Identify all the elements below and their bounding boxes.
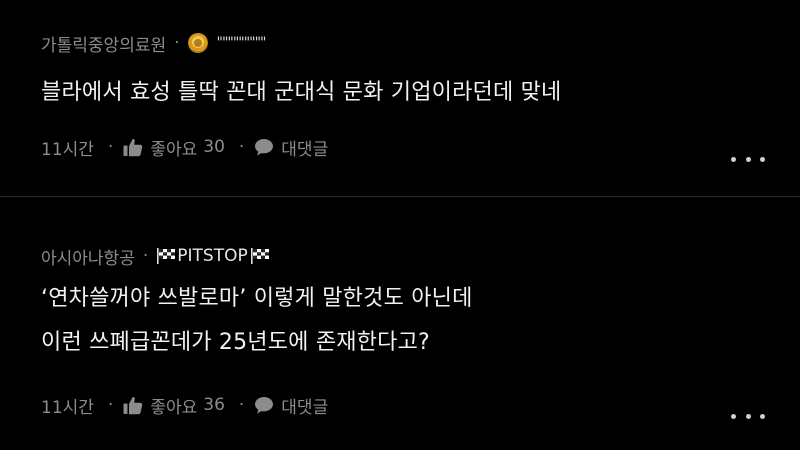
- author-company[interactable]: 가톨릭중앙의료원: [41, 31, 166, 56]
- like-label: 좋아요: [150, 397, 198, 418]
- author-nickname[interactable]: PITSTOP: [177, 246, 247, 266]
- reply-button[interactable]: 대댓글: [254, 393, 328, 418]
- reply-label: 대댓글: [281, 139, 329, 160]
- comment-body: ‘연차쓸꺼야 쓰발로마’ 이렇게 말한것도 아닌데 이런 쓰폐급꼰데가 25년도…: [41, 277, 473, 365]
- dot-icon: [760, 413, 765, 419]
- separator-dot: ·: [238, 395, 245, 415]
- comment-body: 블라에서 효성 틀딱 꼰대 군대식 문화 기업이라던데 맞네: [41, 71, 561, 115]
- checkered-flag-icon: [250, 248, 269, 264]
- author-nickname[interactable]: """"""""": [217, 35, 267, 51]
- dot-icon: [745, 156, 751, 162]
- comment-text-line: 블라에서 효성 틀딱 꼰대 군대식 문화 기업이라던데 맞네: [41, 80, 562, 105]
- reply-label: 대댓글: [281, 397, 329, 418]
- thumbs-up-icon: [123, 396, 143, 414]
- comment-item: 가톨릭중앙의료원 · """"""""" 블라에서 효성 틀딱 꼰대 군대식 문…: [0, 0, 800, 196]
- comment-text-line: 이런 쓰폐급꼰데가 25년도에 존재한다고?: [41, 330, 430, 355]
- more-options-button[interactable]: [731, 149, 765, 169]
- separator-dot: ·: [107, 137, 114, 157]
- like-count: 30: [203, 137, 225, 157]
- comment-actions: 11시간 · 좋아요 30 · 대댓글: [41, 135, 328, 160]
- dot-icon: [760, 156, 765, 162]
- comment-author-line: 가톨릭중앙의료원 · """"""""": [41, 31, 267, 56]
- separator-dot: ·: [142, 246, 149, 266]
- like-button[interactable]: 좋아요 36: [123, 393, 225, 418]
- checkered-flag-icon: [157, 248, 176, 264]
- like-count: 36: [203, 395, 225, 415]
- reply-button[interactable]: 대댓글: [254, 135, 328, 160]
- comment-actions: 11시간 · 좋아요 36 · 대댓글: [41, 393, 328, 418]
- gold-medal-icon: [187, 33, 208, 53]
- separator-dot: ·: [107, 395, 114, 415]
- separator-dot: ·: [238, 137, 245, 157]
- dot-icon: [745, 413, 751, 419]
- separator-dot: ·: [174, 33, 180, 53]
- dot-icon: [731, 413, 736, 419]
- speech-bubble-icon: [255, 139, 274, 156]
- dot-icon: [731, 156, 736, 162]
- comment-time: 11시간: [41, 139, 94, 160]
- comment-author-line: 아시아나항공 · PITSTOP: [41, 244, 271, 269]
- speech-bubble-icon: [255, 397, 274, 414]
- more-options-button[interactable]: [731, 406, 765, 426]
- like-label: 좋아요: [150, 139, 198, 160]
- like-button[interactable]: 좋아요 30: [123, 135, 225, 160]
- thumbs-up-icon: [123, 138, 143, 156]
- comment-item: 아시아나항공 · PITSTOP ‘연차쓸꺼야 쓰발로마’ 이렇게 말한것도 아…: [0, 197, 800, 450]
- comment-time: 11시간: [41, 397, 94, 418]
- comment-text-line: ‘연차쓸꺼야 쓰발로마’ 이렇게 말한것도 아닌데: [41, 286, 473, 311]
- author-company[interactable]: 아시아나항공: [41, 244, 135, 269]
